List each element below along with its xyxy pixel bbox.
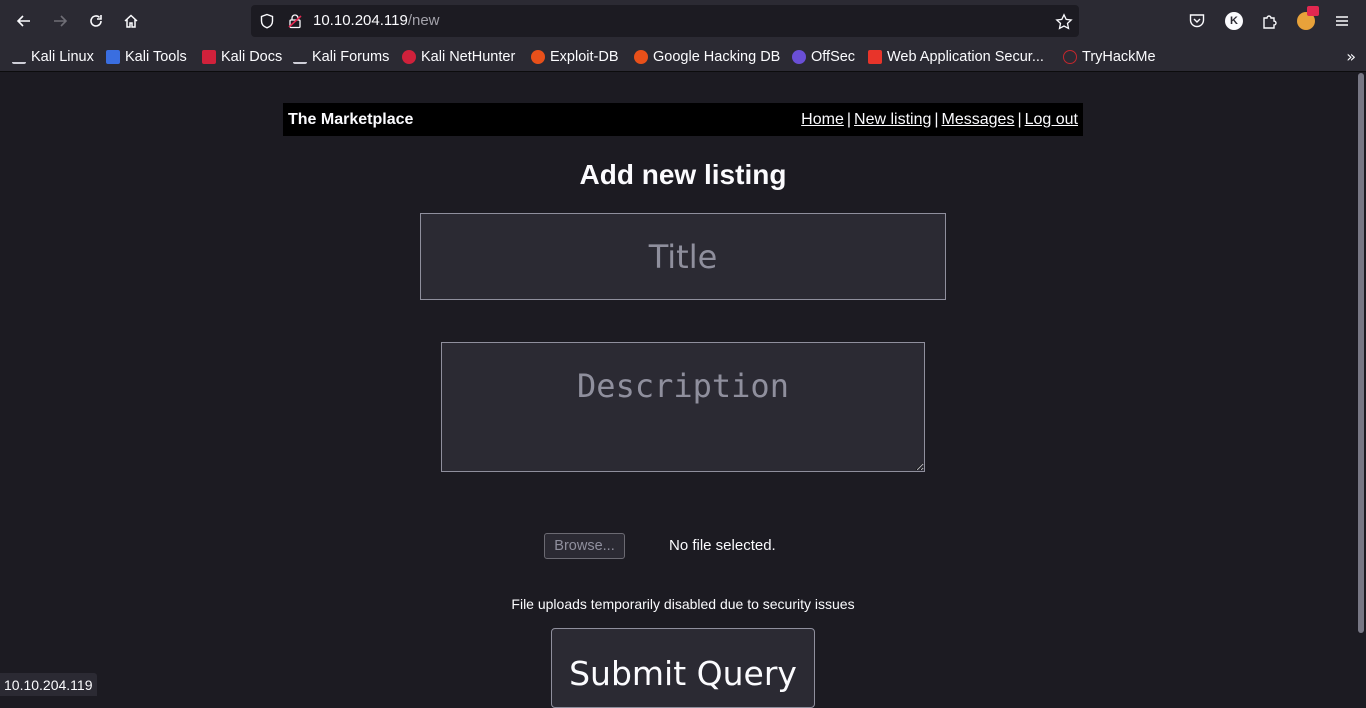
- url-path: /new: [407, 12, 440, 29]
- bookmark-star-icon[interactable]: [1055, 13, 1073, 30]
- bookmark-kali-forums[interactable]: Kali Forums: [293, 48, 389, 66]
- chevron-double-right-icon[interactable]: »: [1346, 47, 1356, 66]
- offsec-icon: [792, 50, 806, 64]
- kali-tools-icon: [106, 50, 120, 64]
- page-scrollbar[interactable]: [1358, 73, 1364, 633]
- link-status-bar: 10.10.204.119: [0, 673, 97, 696]
- bookmark-offsec[interactable]: OffSec: [792, 48, 855, 66]
- nav-new-listing-link[interactable]: New listing: [854, 111, 931, 128]
- bookmark-kali-tools[interactable]: Kali Tools: [106, 48, 187, 66]
- nav-logout-link[interactable]: Log out: [1025, 111, 1078, 128]
- browse-file-button[interactable]: Browse...: [544, 533, 625, 559]
- page-title: Add new listing: [579, 159, 787, 190]
- profile-avatar-icon[interactable]: K: [1224, 11, 1244, 31]
- insecure-lock-icon[interactable]: [287, 13, 303, 29]
- nav-separator: |: [934, 111, 939, 128]
- title-input[interactable]: [420, 213, 946, 300]
- hamburger-menu-icon[interactable]: [1332, 11, 1352, 31]
- nethunter-icon: [402, 50, 416, 64]
- site-brand: The Marketplace: [288, 111, 414, 128]
- forward-arrow-icon[interactable]: [48, 9, 72, 33]
- url-host: 10.10.204.119: [313, 12, 408, 29]
- portswigger-icon: [868, 50, 882, 64]
- submit-button[interactable]: Submit Query: [551, 628, 815, 708]
- nav-separator: |: [846, 111, 852, 128]
- file-status-text: No file selected.: [669, 537, 776, 554]
- bookmark-web-application-security[interactable]: Web Application Secur...: [868, 48, 1044, 66]
- bookmark-kali-docs[interactable]: Kali Docs: [202, 48, 282, 66]
- site-header: The Marketplace Home | New listing | Message…: [283, 103, 1083, 136]
- nav-separator: |: [1017, 111, 1022, 128]
- extensions-puzzle-icon[interactable]: [1260, 11, 1280, 31]
- url-bar[interactable]: 10.10.204.119/new: [251, 5, 1079, 37]
- bookmark-exploit-db[interactable]: Exploit-DB: [531, 48, 619, 66]
- browser-toolbar: 10.10.204.119/new K: [0, 0, 1366, 42]
- bookmark-label: Web Application Secur...: [887, 49, 1044, 65]
- profile-initial: K: [1225, 12, 1243, 30]
- exploit-db-icon: [531, 50, 545, 64]
- bookmarks-bar: Kali Linux Kali Tools Kali Docs Kali For…: [0, 42, 1366, 72]
- bookmark-kali-nethunter[interactable]: Kali NetHunter: [402, 48, 515, 66]
- bookmark-label: Kali Docs: [221, 49, 283, 65]
- bookmark-label: Kali NetHunter: [421, 49, 516, 65]
- bookmark-label: TryHackMe: [1082, 49, 1156, 65]
- url-text[interactable]: 10.10.204.119/new: [313, 12, 440, 29]
- site-nav: Home | New listing | Messages | Log out: [801, 111, 1078, 129]
- nav-home-link[interactable]: Home: [801, 111, 844, 128]
- kali-docs-icon: [202, 50, 216, 64]
- bookmark-google-hacking-db[interactable]: Google Hacking DB: [634, 48, 780, 66]
- reload-icon[interactable]: [84, 9, 108, 33]
- page-content: The Marketplace Home | New listing | Message…: [0, 73, 1366, 708]
- tryhackme-icon: [1063, 50, 1077, 64]
- bookmark-label: Kali Tools: [125, 49, 187, 65]
- kali-dragon-icon: [12, 50, 26, 64]
- bookmark-kali-linux[interactable]: Kali Linux: [12, 48, 94, 66]
- pocket-icon[interactable]: [1187, 11, 1207, 31]
- upload-disabled-note: File uploads temporarily disabled due to…: [511, 596, 855, 612]
- description-textarea[interactable]: [441, 342, 925, 472]
- bookmark-label: Kali Forums: [312, 49, 390, 65]
- bookmark-label: Google Hacking DB: [653, 49, 781, 65]
- bookmark-label: Kali Linux: [31, 49, 94, 65]
- extension-badge-icon[interactable]: [1296, 6, 1319, 31]
- shield-icon[interactable]: [259, 13, 275, 29]
- back-arrow-icon[interactable]: [12, 9, 36, 33]
- ghdb-icon: [634, 50, 648, 64]
- home-icon[interactable]: [119, 9, 143, 33]
- bookmark-label: Exploit-DB: [550, 49, 619, 65]
- bookmark-tryhackme[interactable]: TryHackMe: [1063, 48, 1156, 66]
- nav-messages-link[interactable]: Messages: [942, 111, 1015, 128]
- bookmark-label: OffSec: [811, 49, 856, 65]
- kali-dragon-icon: [293, 50, 307, 64]
